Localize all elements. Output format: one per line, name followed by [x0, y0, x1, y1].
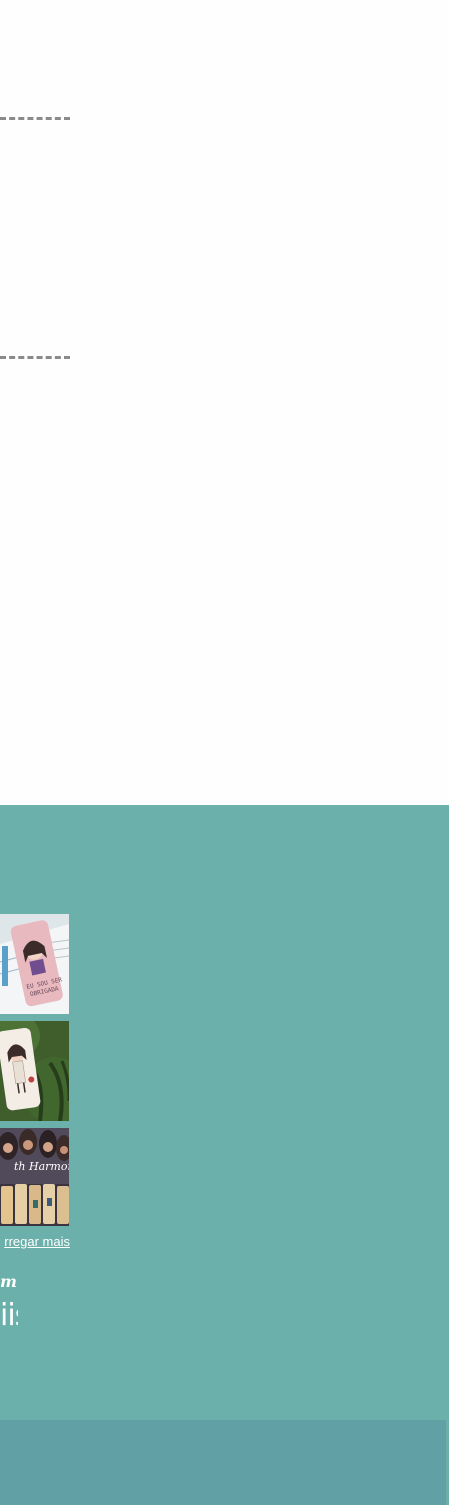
instagram-photo[interactable]: th Harmony — [0, 1128, 69, 1226]
instagram-photo[interactable] — [0, 1021, 69, 1121]
footer-bar — [0, 1420, 446, 1505]
dashed-divider — [0, 117, 70, 120]
footer-script-heading: m — [0, 1272, 16, 1291]
phone-case-photo-watermelon-icon — [0, 1021, 69, 1121]
footer-script-logo: iiş — [0, 1298, 18, 1333]
page: EU SOU SER OBRIGADA th Harmo rregar mais… — [0, 0, 449, 1505]
load-more-link[interactable]: rregar mais — [0, 1234, 70, 1250]
dashed-divider — [0, 356, 70, 359]
svg-text:th Harmony: th Harmony — [14, 1160, 69, 1173]
instagram-photo[interactable]: EU SOU SER OBRIGADA — [0, 914, 69, 1014]
phone-case-photo-fifth-harmony-icon: th Harmony — [0, 1128, 69, 1226]
content-area — [0, 0, 449, 805]
phone-case-photo-book-icon: EU SOU SER OBRIGADA — [0, 914, 69, 1014]
